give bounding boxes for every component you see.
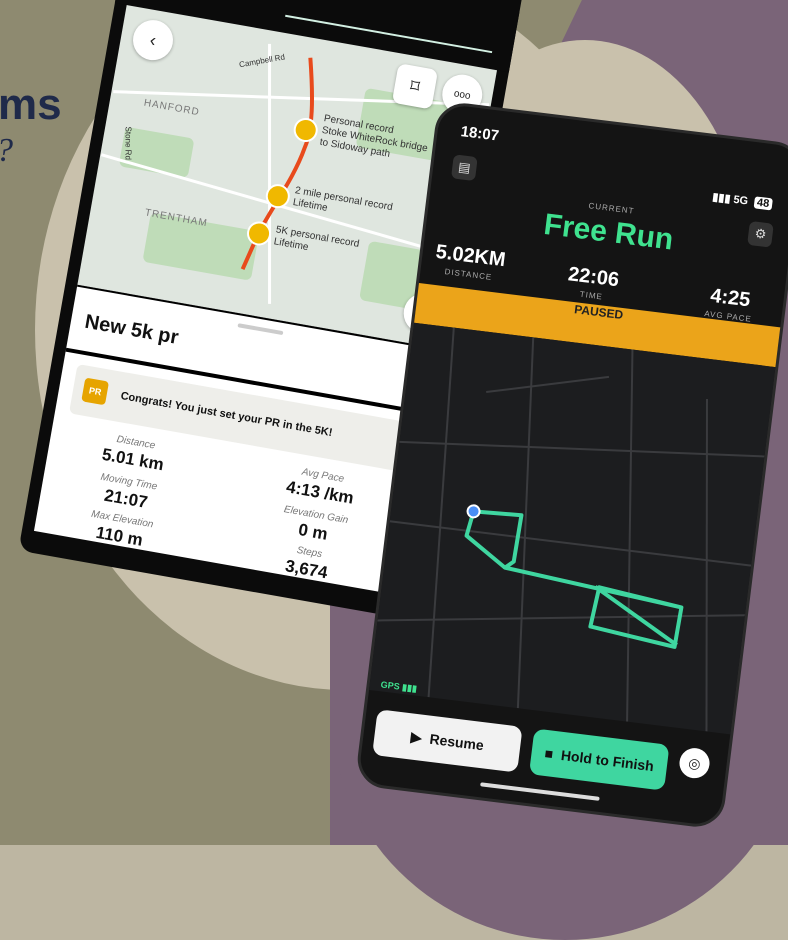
play-icon: ▶ [410, 727, 423, 746]
street-label: Stone Rd [123, 126, 133, 160]
stat-value: 22:06 [566, 263, 621, 292]
network-label: 5G [732, 193, 749, 208]
congrats-text: Congrats! You just set your PR in the 5K… [119, 390, 334, 440]
run-map[interactable] [369, 322, 776, 735]
resume-label: Resume [428, 730, 485, 754]
finish-label: Hold to Finish [560, 746, 655, 775]
stat-avg-pace: 4:25 AVG PACE [704, 284, 756, 324]
sheet-handle[interactable] [237, 323, 284, 336]
activity-title: New 5k pr [83, 310, 181, 349]
bookmark-icon[interactable]: ⌑ [391, 63, 439, 110]
clipboard-icon[interactable]: ▤ [450, 154, 478, 182]
subheading-fragment: ? [0, 132, 13, 170]
pr-badge-icon: PR [81, 377, 110, 406]
stat-value: 4:25 [709, 284, 752, 312]
map-roads [377, 327, 765, 732]
heading-fragment: ms [0, 80, 62, 129]
stop-icon: ■ [543, 744, 555, 762]
battery-icon: 48 [753, 196, 773, 211]
stat-time: 22:06 TIME [565, 263, 620, 303]
current-location-dot [466, 504, 481, 519]
signal-icon: ▮▮▮ [711, 191, 735, 206]
